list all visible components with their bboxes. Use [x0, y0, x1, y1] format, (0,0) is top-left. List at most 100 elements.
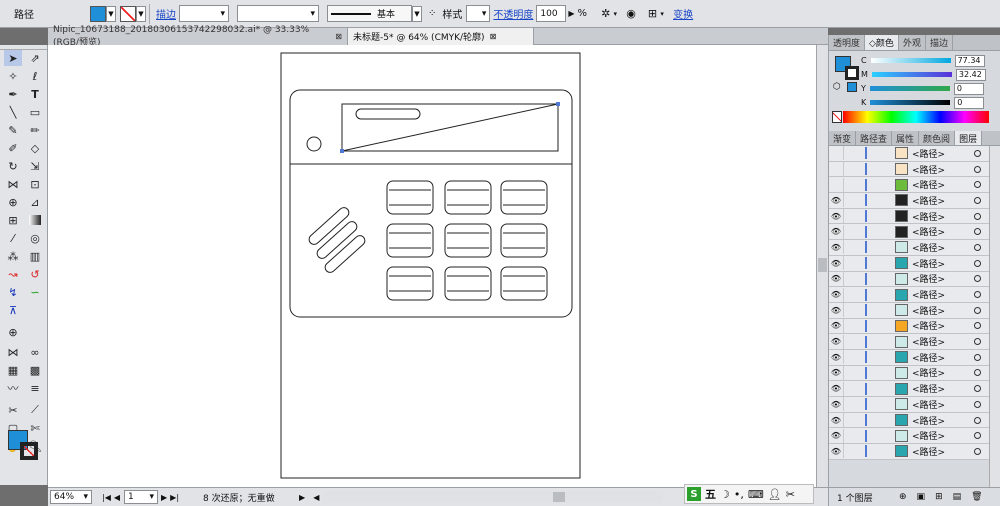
stroke-link[interactable]: 描边 [156, 6, 176, 21]
visibility-eye-icon[interactable]: 👁︎ [829, 413, 843, 427]
zoom-dropdown[interactable]: 64% ▾ [50, 490, 92, 504]
visibility-eye-icon[interactable]: 👁︎ [829, 429, 843, 443]
layer-row[interactable]: 👁︎ <路径> [829, 287, 1000, 303]
layer-name[interactable]: <路径> [912, 445, 962, 458]
knife-tool-icon[interactable]: ⟋ [26, 402, 44, 418]
fill-swatch-control[interactable]: ▼ [84, 5, 116, 22]
layer-row[interactable]: 👁︎ <路径> [829, 365, 1000, 382]
visibility-eye-icon[interactable] [829, 178, 843, 192]
layer-row[interactable]: 👁︎ <路径> [829, 428, 1000, 445]
layer-name[interactable]: <路径> [912, 288, 962, 301]
graphic-style-dropdown[interactable]: ▾ [466, 5, 491, 22]
gradient-tool-icon[interactable] [29, 215, 41, 225]
none-swatch-icon[interactable] [832, 111, 842, 123]
lock-toggle[interactable] [843, 287, 855, 302]
horizontal-scrollbar[interactable] [323, 491, 664, 503]
layer-name[interactable]: <路径> [912, 163, 962, 176]
layer-row[interactable]: 👁︎ <路径> [829, 381, 1000, 397]
visibility-eye-icon[interactable]: 👁︎ [829, 319, 843, 333]
layer-row[interactable]: 👁︎ <路径> [829, 193, 1000, 209]
y-slider[interactable] [869, 86, 950, 91]
layer-row[interactable]: 👁︎ <路径> [829, 412, 1000, 429]
chevron-down-icon[interactable]: ▼ [106, 5, 116, 22]
layer-row[interactable]: 👁︎ <路径> [829, 255, 1000, 272]
visibility-eye-icon[interactable]: 👁︎ [829, 256, 843, 270]
direct-selection-tool-icon[interactable]: ⇗ [26, 50, 44, 66]
layer-name[interactable]: <路径> [912, 194, 962, 207]
tab-color[interactable]: ◇颜色 [865, 35, 899, 50]
c-value[interactable]: 77.34 [954, 54, 985, 67]
lock-toggle[interactable] [843, 177, 855, 192]
layer-name[interactable]: <路径> [912, 414, 962, 427]
lock-toggle[interactable] [843, 397, 855, 412]
visibility-eye-icon[interactable]: 👁︎ [829, 397, 843, 411]
ime-mode[interactable]: 五 [705, 486, 716, 502]
stroke-swatch-control[interactable]: ▼ [120, 5, 146, 22]
artwork[interactable] [48, 45, 816, 487]
layer-row[interactable]: 👁︎ <路径> [829, 349, 1000, 366]
twirl-tool-icon[interactable]: ∞ [26, 344, 44, 360]
slice-tool-icon[interactable]: ✂ [4, 402, 22, 418]
tab-gradient[interactable]: 渐变 [829, 131, 857, 145]
column-graph-tool-icon[interactable]: ▥ [26, 248, 44, 264]
lock-toggle[interactable] [843, 271, 855, 286]
type-tool-icon[interactable]: T [26, 86, 44, 102]
lock-toggle[interactable] [843, 318, 855, 333]
target-circle-icon[interactable] [974, 291, 981, 299]
scale-tool-icon[interactable]: ⇲ [26, 158, 44, 174]
width-tool-icon[interactable]: ⋈ [4, 176, 22, 192]
lock-toggle[interactable] [843, 162, 855, 177]
vertical-scrollbar[interactable] [816, 45, 828, 487]
target-circle-icon[interactable] [974, 212, 981, 220]
brush-profile-dropdown[interactable]: 基本 [327, 5, 412, 22]
tab-layers[interactable]: 图层 [955, 131, 983, 145]
visibility-eye-icon[interactable]: 👁︎ [829, 209, 843, 223]
lock-toggle[interactable] [843, 381, 855, 396]
channel-m[interactable]: M 32.42 [861, 68, 986, 81]
selection-tool-icon[interactable]: ➤ [4, 50, 22, 66]
visibility-eye-icon[interactable]: 👁︎ [829, 272, 843, 286]
layer-name[interactable]: <路径> [912, 210, 962, 223]
layer-name[interactable]: <路径> [912, 351, 962, 364]
stroke-weight-input[interactable]: ▾ [179, 5, 229, 22]
scroll-left-icon[interactable]: ◀ [313, 493, 319, 502]
lock-toggle[interactable] [843, 224, 855, 239]
target-circle-icon[interactable] [974, 243, 981, 251]
tab-attributes[interactable]: 属性 [892, 131, 920, 145]
target-circle-icon[interactable] [974, 432, 981, 440]
layer-name[interactable]: <路径> [912, 319, 962, 332]
visibility-eye-icon[interactable]: 👁︎ [829, 444, 843, 458]
layer-row[interactable]: 👁︎ <路径> [829, 318, 1000, 335]
lasso-tool-icon[interactable]: ℓ [26, 68, 44, 84]
opacity-input[interactable]: 100 [536, 5, 567, 22]
layer-row[interactable]: 👁︎ <路径> [829, 240, 1000, 256]
tool-green-icon[interactable]: ∽ [26, 284, 44, 300]
free-transform-tool-icon[interactable]: ⊡ [26, 176, 44, 192]
lock-toggle[interactable] [843, 209, 855, 224]
chevron-down-icon[interactable]: ▾ [657, 6, 667, 22]
align-icon[interactable]: ⊞ [648, 7, 657, 20]
target-circle-icon[interactable] [974, 181, 981, 189]
last-page-icon[interactable]: ▶| [170, 493, 179, 502]
k-slider[interactable] [870, 100, 951, 105]
layer-name[interactable]: <路径> [912, 147, 962, 160]
punctuation-icon[interactable]: •, [734, 488, 744, 501]
locate-object-icon[interactable]: ⊕ [899, 492, 907, 502]
lock-toggle[interactable] [843, 334, 855, 349]
scroll-thumb[interactable] [553, 492, 566, 502]
tool-blue-icon[interactable]: ↯ [4, 284, 22, 300]
pencil-tool-icon[interactable]: ✏ [26, 122, 44, 138]
next-page-icon[interactable]: ▶ [161, 493, 167, 502]
layer-row[interactable]: 👁︎ <路径> [829, 302, 1000, 319]
lock-toggle[interactable] [843, 444, 855, 459]
layer-row[interactable]: <路径> [829, 177, 1000, 194]
shape-builder-tool-icon[interactable]: ⊕ [4, 194, 22, 210]
graphic-styles-icon[interactable]: ⁘ [428, 8, 436, 19]
visibility-eye-icon[interactable]: 👁︎ [829, 225, 843, 239]
mini-swatch[interactable] [847, 82, 857, 92]
mesh-tool-icon[interactable]: ⊞ [4, 212, 22, 228]
layer-row[interactable]: 👁︎ <路径> [829, 334, 1000, 350]
page-dropdown[interactable]: 1 ▾ [124, 490, 159, 504]
visibility-eye-icon[interactable]: 👁︎ [829, 303, 843, 317]
tab-color-guide[interactable]: 颜色阅 [919, 131, 956, 145]
